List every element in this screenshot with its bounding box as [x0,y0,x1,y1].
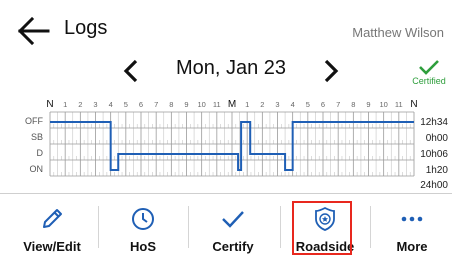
previous-day-button[interactable] [118,56,144,86]
certify-button[interactable]: Certify [190,194,276,264]
more-label: More [396,239,428,254]
view-edit-button[interactable]: View/Edit [8,194,96,264]
toolbar-divider [188,206,189,248]
checkmark-icon [419,60,439,75]
view-edit-label: View/Edit [23,239,81,254]
row-total: 0h00 [426,133,449,144]
bottom-toolbar: View/Edit HoS Certify Roadside More [0,193,452,264]
hour-label: 9 [184,100,188,109]
hos-label: HoS [130,239,156,254]
hour-label: N [410,99,417,110]
certified-label: Certified [412,76,446,86]
driver-name: Matthew Wilson [352,25,444,40]
hour-label: 10 [197,100,205,109]
hour-label: 1 [245,100,249,109]
status-row-label: D [37,148,44,158]
hos-button[interactable]: HoS [100,194,186,264]
toolbar-divider [98,206,99,248]
page-title: Logs [64,17,108,39]
hour-label: 2 [78,100,82,109]
hour-label: 1 [63,100,67,109]
hour-label: 4 [109,100,113,109]
grand-total: 24h00 [420,180,448,191]
arrow-left-icon [17,16,50,46]
hour-label: 7 [154,100,158,109]
hour-label: 6 [139,100,143,109]
certified-status: Certified [408,58,450,86]
date-navigation: Mon, Jan 23 Certified [0,52,452,88]
hour-label: 5 [124,100,128,109]
hour-label: 10 [379,100,387,109]
checkmark-icon [222,211,244,228]
more-button[interactable]: More [372,194,452,264]
hour-label: 8 [351,100,355,109]
log-date: Mon, Jan 23 [175,57,287,79]
hour-label: 6 [321,100,325,109]
hour-label: 5 [306,100,310,109]
hour-label: 2 [260,100,264,109]
hour-label: N [46,99,53,110]
more-dots-icon [401,216,423,222]
duty-status-graph: N 1 2 3 4 5 6 7 8 9 10 11 M 1 2 3 4 5 6 7 8 9 10 11 N OFF SB D ON 12h… [0,92,452,192]
next-day-button[interactable] [318,56,344,86]
toolbar-divider [370,206,371,248]
status-row-label: SB [31,132,43,142]
back-button[interactable] [17,16,50,46]
pencil-icon [43,209,62,228]
hour-label: 3 [275,100,279,109]
certify-label: Certify [212,239,254,254]
chevron-right-icon [324,59,339,83]
toolbar-divider [280,206,281,248]
hour-label: 9 [366,100,370,109]
row-total: 1h20 [426,165,449,176]
app-header: Logs Matthew Wilson [0,0,452,50]
roadside-highlight-box [292,201,352,255]
hour-label: 8 [169,100,173,109]
hour-label: M [228,99,236,110]
hour-label: 3 [93,100,97,109]
hour-label: 7 [336,100,340,109]
hour-label: 11 [213,100,221,109]
hour-label: 4 [291,100,295,109]
row-total: 12h34 [420,117,448,128]
status-row-label: OFF [25,116,43,126]
status-row-label: ON [30,164,44,174]
hour-label: 11 [395,100,403,109]
clock-icon [132,208,154,230]
chevron-left-icon [123,59,138,83]
row-total: 10h06 [420,149,448,160]
